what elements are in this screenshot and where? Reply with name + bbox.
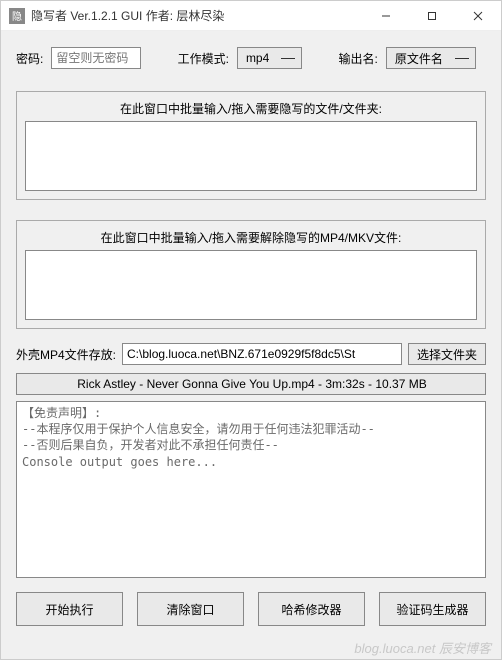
titlebar: 隐 隐写者 Ver.1.2.1 GUI 作者: 层林尽染 — [1, 1, 501, 31]
minimize-button[interactable] — [363, 1, 409, 31]
verify-button[interactable]: 验证码生成器 — [379, 592, 486, 626]
start-label: 开始执行 — [45, 601, 93, 618]
shell-path-label: 外壳MP4文件存放: — [16, 346, 116, 363]
chevron-down-icon — [281, 57, 295, 59]
password-label: 密码: — [16, 50, 43, 67]
window-title: 隐写者 Ver.1.2.1 GUI 作者: 层林尽染 — [31, 7, 363, 24]
reveal-files-group: 在此窗口中批量输入/拖入需要解除隐写的MP4/MKV文件: — [16, 220, 486, 329]
top-row: 密码: 工作模式: mp4 输出名: 原文件名 — [16, 47, 486, 69]
shell-file-combo[interactable]: Rick Astley - Never Gonna Give You Up.mp… — [16, 373, 486, 395]
hash-label: 哈希修改器 — [281, 601, 341, 618]
shell-path-input[interactable] — [122, 343, 402, 365]
browse-label: 选择文件夹 — [417, 346, 477, 363]
clear-button[interactable]: 清除窗口 — [137, 592, 244, 626]
close-icon — [473, 11, 483, 21]
client-area: 密码: 工作模式: mp4 输出名: 原文件名 在此窗口中批量输入/拖入需要隐写… — [1, 31, 501, 638]
shell-file-text: Rick Astley - Never Gonna Give You Up.mp… — [25, 377, 479, 391]
output-combo[interactable]: 原文件名 — [386, 47, 476, 69]
mode-label: 工作模式: — [178, 50, 229, 67]
clear-label: 清除窗口 — [166, 601, 214, 618]
reveal-files-list[interactable] — [25, 250, 477, 320]
verify-label: 验证码生成器 — [396, 601, 468, 618]
close-button[interactable] — [455, 1, 501, 31]
mode-value: mp4 — [246, 51, 269, 65]
app-window: 隐 隐写者 Ver.1.2.1 GUI 作者: 层林尽染 密码: 工作模式: m… — [0, 0, 502, 660]
password-input[interactable] — [51, 47, 141, 69]
mode-combo[interactable]: mp4 — [237, 47, 302, 69]
action-buttons: 开始执行 清除窗口 哈希修改器 验证码生成器 — [16, 592, 486, 626]
app-icon: 隐 — [9, 8, 25, 24]
maximize-button[interactable] — [409, 1, 455, 31]
minimize-icon — [381, 11, 391, 21]
hash-button[interactable]: 哈希修改器 — [258, 592, 365, 626]
hide-files-group: 在此窗口中批量输入/拖入需要隐写的文件/文件夹: — [16, 91, 486, 200]
output-value: 原文件名 — [395, 50, 443, 67]
maximize-icon — [427, 11, 437, 21]
start-button[interactable]: 开始执行 — [16, 592, 123, 626]
browse-button[interactable]: 选择文件夹 — [408, 343, 486, 365]
chevron-down-icon — [455, 57, 469, 59]
console-output[interactable]: 【免责声明】: --本程序仅用于保护个人信息安全，请勿用于任何违法犯罪活动-- … — [16, 401, 486, 578]
output-label: 输出名: — [339, 50, 378, 67]
hide-files-caption: 在此窗口中批量输入/拖入需要隐写的文件/文件夹: — [25, 100, 477, 117]
window-controls — [363, 1, 501, 31]
hide-files-list[interactable] — [25, 121, 477, 191]
reveal-files-caption: 在此窗口中批量输入/拖入需要解除隐写的MP4/MKV文件: — [25, 229, 477, 246]
watermark: blog.luoca.net 辰安博客 — [1, 638, 501, 659]
shell-path-row: 外壳MP4文件存放: 选择文件夹 — [16, 343, 486, 365]
